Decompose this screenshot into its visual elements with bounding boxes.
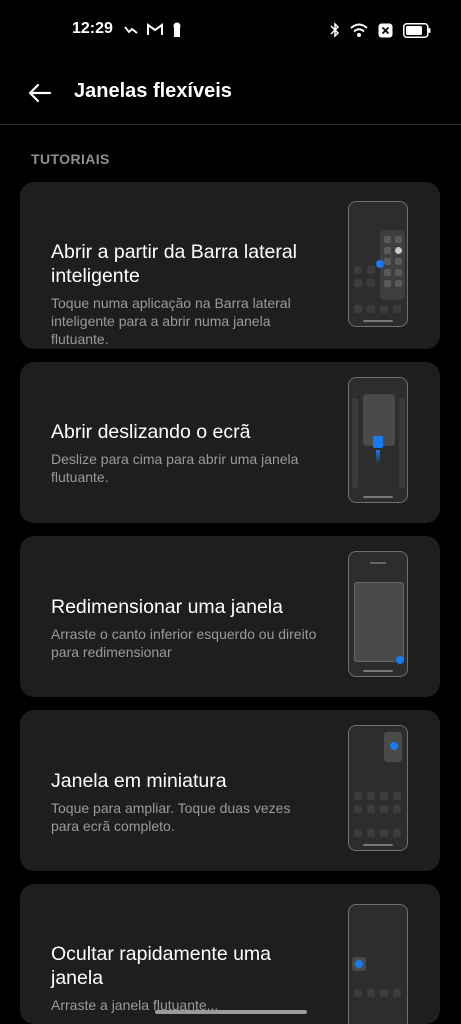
- back-arrow-icon[interactable]: [26, 80, 54, 106]
- touch-point: [390, 742, 398, 750]
- gesture-navigation-bar[interactable]: [155, 1010, 307, 1014]
- card-title: Abrir a partir da Barra lateral intelige…: [51, 241, 298, 287]
- header-divider: [0, 124, 461, 125]
- missed-call-icon: [124, 23, 138, 42]
- app-grid: [354, 989, 401, 997]
- bluetooth-icon: [330, 22, 340, 43]
- keyhole-icon: [172, 22, 182, 42]
- status-left-icons: [124, 22, 182, 42]
- touch-point: [373, 436, 383, 448]
- mini-window-illustration: [348, 725, 408, 851]
- floating-window: [354, 582, 404, 662]
- card-description: Toque para ampliar. Toque duas vezes par…: [51, 800, 291, 834]
- drag-handle: [396, 656, 404, 664]
- dock-row: [354, 305, 401, 313]
- battery-icon: [403, 22, 431, 43]
- touch-point: [376, 260, 384, 268]
- touch-point: [355, 960, 363, 968]
- wifi-icon: [350, 23, 368, 43]
- app-bar: Janelas flexíveis: [0, 60, 461, 124]
- no-sim-icon: [378, 23, 393, 43]
- tutorial-card-resize[interactable]: Redimensionar uma janela Arraste o canto…: [20, 536, 440, 697]
- card-title: Redimensionar uma janela: [51, 596, 283, 618]
- card-title: Janela em miniatura: [51, 770, 227, 792]
- tutorial-card-swipe[interactable]: Abrir deslizando o ecrã Deslize para cim…: [20, 362, 440, 523]
- card-title: Abrir deslizando o ecrã: [51, 421, 251, 443]
- gmail-icon: [147, 23, 163, 41]
- page-title: Janelas flexíveis: [74, 80, 232, 102]
- section-header: TUTORIAIS: [31, 151, 110, 167]
- status-time: 12:29: [72, 20, 113, 37]
- hide-window-illustration: [348, 904, 408, 1024]
- status-bar: 12:29: [0, 0, 461, 60]
- dock-row: [354, 829, 401, 837]
- tutorial-card-sidebar[interactable]: Abrir a partir da Barra lateral intelige…: [20, 182, 440, 349]
- swipe-illustration: [348, 377, 408, 503]
- card-description: Toque numa aplicação na Barra lateral in…: [51, 295, 291, 347]
- tutorial-card-mini-window[interactable]: Janela em miniatura Toque para ampliar. …: [20, 710, 440, 871]
- app-grid: [354, 792, 401, 813]
- card-description: Deslize para cima para abrir uma janela …: [51, 451, 299, 485]
- tutorial-card-hide-window[interactable]: Ocultar rapidamente uma janela Arraste a…: [20, 884, 440, 1024]
- card-title: Ocultar rapidamente uma janela: [51, 943, 272, 989]
- status-right-icons: [330, 22, 431, 43]
- sidebar-illustration: [348, 201, 408, 327]
- resize-illustration: [348, 551, 408, 677]
- card-description: Arraste o canto inferior esquerdo ou dir…: [51, 626, 317, 660]
